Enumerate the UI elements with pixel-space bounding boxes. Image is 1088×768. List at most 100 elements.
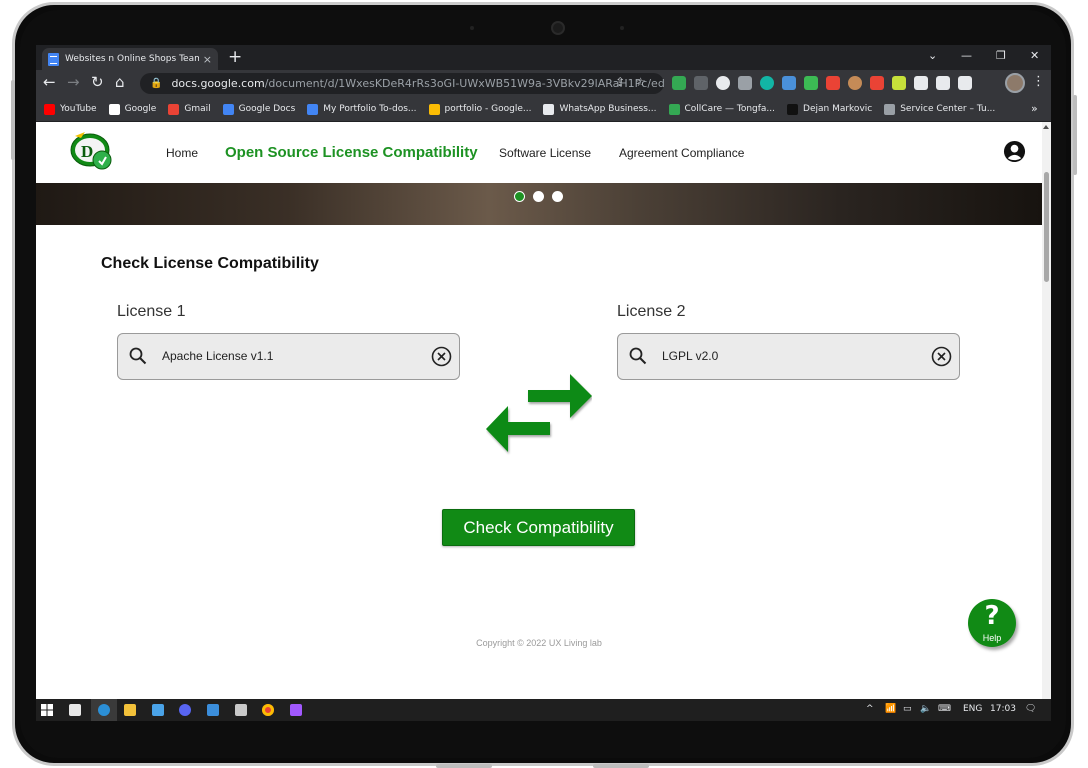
website: D Home Open Source License Compatibility… (36, 122, 1042, 699)
profile-avatar[interactable] (1005, 73, 1025, 93)
clock[interactable]: 17:03 (990, 704, 1016, 714)
license2-value: LGPL v2.0 (662, 349, 719, 363)
reload-button[interactable]: ↻ (91, 73, 104, 91)
nav-software-license[interactable]: Software License (499, 146, 591, 160)
carousel-dot-3[interactable] (552, 191, 563, 202)
bookmark-favicon-icon (108, 103, 120, 115)
extension-icon[interactable] (694, 76, 708, 90)
bottom-button-left (436, 764, 492, 768)
download-icon[interactable] (936, 76, 950, 90)
restore-button[interactable]: ❐ (996, 49, 1006, 62)
nav-open-source-license[interactable]: Open Source License Compatibility (225, 144, 478, 161)
browser-menu-icon[interactable]: ⋮ (1032, 74, 1045, 89)
record-extension-icon[interactable] (870, 76, 884, 90)
mail-icon[interactable] (152, 704, 164, 716)
user-account-icon[interactable] (1003, 140, 1026, 163)
battery-icon[interactable]: ▭ (903, 704, 912, 714)
notifications-icon[interactable]: 🗨 (1025, 704, 1036, 714)
chrome-icon[interactable] (262, 704, 274, 716)
bookmark-item[interactable]: Google Docs (222, 103, 296, 115)
bookmark-item[interactable]: Service Center – Tu... (884, 103, 996, 115)
bookmark-item[interactable]: Google (108, 103, 156, 115)
front-camera (551, 21, 565, 35)
wifi-icon[interactable]: 📶 (885, 704, 896, 714)
license2-label: License 2 (617, 303, 686, 320)
camera-extension-icon[interactable] (738, 76, 752, 90)
license1-search-input[interactable]: Apache License v1.1 (117, 333, 460, 380)
bookmark-item[interactable]: portfolio - Google... (428, 103, 531, 115)
hero-carousel (36, 183, 1042, 225)
address-bar[interactable]: 🔒 docs.google.com /document/d/1WxesKDeR4… (140, 73, 664, 94)
puzzle-icon[interactable] (914, 76, 928, 90)
task-view-icon[interactable] (69, 704, 81, 716)
volume-icon[interactable]: 🔈 (920, 704, 931, 714)
check-compatibility-button[interactable]: Check Compatibility (442, 509, 635, 546)
page-scrollbar[interactable] (1042, 122, 1051, 699)
keyboard-icon[interactable]: ⌨ (938, 704, 951, 714)
bookmark-item[interactable]: My Portfolio To-dos... (307, 103, 417, 115)
screen: Websites n Online Shops Team - × + ⌄ — ❐… (36, 45, 1051, 721)
bookmark-item[interactable]: WhatsApp Business... (543, 103, 657, 115)
help-button[interactable]: ? Help (968, 599, 1016, 647)
new-tab-button[interactable]: + (228, 47, 242, 67)
home-button[interactable]: ⌂ (115, 73, 125, 91)
file-explorer-icon[interactable] (124, 704, 136, 716)
lock-icon: 🔒 (150, 78, 163, 89)
back-button[interactable]: ← (43, 73, 56, 91)
browser-tabstrip: Websites n Online Shops Team - × + ⌄ — ❐… (36, 45, 1051, 70)
minimize-button[interactable]: — (961, 49, 972, 62)
y-extension-icon[interactable] (892, 76, 906, 90)
tab-close-icon[interactable]: × (203, 53, 212, 66)
sensor-left (470, 26, 474, 30)
scroll-thumb[interactable] (1044, 172, 1049, 282)
logo[interactable]: D (69, 130, 115, 170)
swap-arrows-icon[interactable] (486, 372, 592, 457)
edge-icon[interactable] (98, 704, 110, 716)
bookmark-label: WhatsApp Business... (559, 104, 657, 114)
face-extension-icon[interactable] (848, 76, 862, 90)
search-icon (629, 347, 647, 365)
sidepanel-icon[interactable] (958, 76, 972, 90)
tray-show-hidden-icon[interactable]: ^ (866, 704, 874, 714)
bookmark-item[interactable]: Gmail (168, 103, 211, 115)
carousel-dot-1[interactable] (514, 191, 525, 202)
tab-search-icon[interactable]: ⌄ (928, 49, 937, 62)
close-window-button[interactable]: ✕ (1030, 49, 1039, 62)
bookmark-favicon-icon (307, 103, 319, 115)
app-icon[interactable] (207, 704, 219, 716)
bookmark-favicon-icon (44, 103, 55, 115)
box-extension-icon[interactable] (782, 76, 796, 90)
beta-extension-icon[interactable] (804, 76, 818, 90)
bookmark-label: Service Center – Tu... (900, 104, 996, 114)
discord-icon[interactable] (179, 704, 191, 716)
nav-home[interactable]: Home (166, 146, 198, 160)
bookmark-item[interactable]: YouTube (44, 103, 97, 115)
google-docs-icon (48, 52, 59, 66)
browser-tab[interactable]: Websites n Online Shops Team - × (42, 48, 218, 70)
w-extension-icon[interactable] (716, 76, 730, 90)
bookmarks-more-icon[interactable]: » (1031, 102, 1041, 115)
language-indicator[interactable]: ENG (963, 704, 982, 714)
carousel-dot-2[interactable] (533, 191, 544, 202)
bookmark-label: Google Docs (238, 104, 296, 114)
bookmark-item[interactable]: Dejan Markovic (787, 103, 872, 115)
m-extension-icon[interactable] (760, 76, 774, 90)
scroll-up-icon[interactable] (1043, 125, 1049, 129)
share-star-icons[interactable]: ⇪☆ (615, 75, 656, 89)
license2-search-input[interactable]: LGPL v2.0 (617, 333, 960, 380)
bookmarks-bar: YouTube Google Gmail Google Docs My Portfoli… (36, 97, 1051, 122)
forward-button[interactable]: → (67, 73, 80, 91)
game-icon[interactable] (235, 704, 247, 716)
bottom-button-right (593, 764, 649, 768)
bookmark-item[interactable]: CollCare — Tongfa... (668, 103, 775, 115)
svg-text:D: D (81, 142, 93, 161)
nav-agreement-compliance[interactable]: Agreement Compliance (619, 146, 744, 160)
shield-extension-icon[interactable] (672, 76, 686, 90)
windows-start-icon[interactable] (41, 704, 53, 716)
bookmark-favicon-icon (222, 103, 234, 115)
clear-icon[interactable] (431, 346, 452, 367)
clear-icon[interactable] (931, 346, 952, 367)
windows-taskbar: ^ 📶 ▭ 🔈 ⌨ ENG 17:03 🗨 (36, 699, 1051, 721)
figma-icon[interactable] (290, 704, 302, 716)
bolt-extension-icon[interactable] (826, 76, 840, 90)
